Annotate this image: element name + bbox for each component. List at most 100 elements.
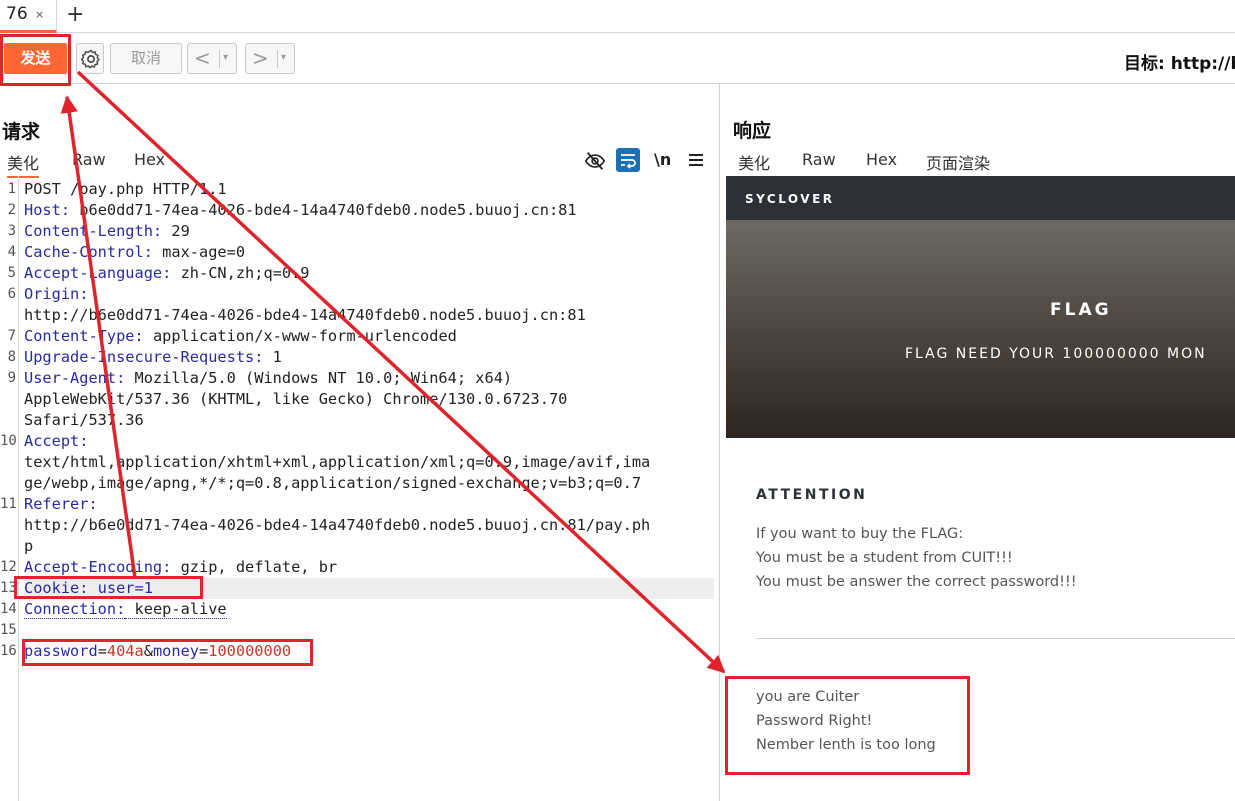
header-value: max-age=0 [152,243,246,261]
menu-icon[interactable] [688,152,704,168]
close-tab-icon[interactable]: × [35,8,44,21]
line-text: POST /pay.php HTTP/1.1 [24,180,227,198]
header-name: Accept-Language: [24,264,172,282]
toolbar: 发送 取消 < ▾ > ▾ 目标: http://b [0,33,1235,84]
tab-strip: 76 × + [0,0,1235,33]
cancel-button[interactable]: 取消 [110,43,182,74]
tab-render[interactable]: 页面渲染 [912,150,1005,178]
request-line[interactable]: http://b6e0dd71-74ea-4026-bde4-14a4740fd… [24,515,714,536]
line-number: 13 [0,580,17,596]
line-number: 4 [7,244,16,260]
request-line[interactable]: 10 Accept: [0,431,714,452]
wrap-lines-button[interactable] [616,148,640,172]
tab-pretty[interactable]: 美化 [738,150,770,174]
tab-hex[interactable]: Hex [134,150,165,169]
wrap-icon [621,154,636,169]
request-line[interactable]: 3 Content-Length: 29 [8,221,714,242]
attention-line: You must be a student from CUIT!!! [756,550,1013,566]
line-number: 8 [7,349,16,365]
result-line: Password Right! [756,713,873,729]
hero-banner: FLAG FLAG NEED YOUR 100000000 MON [726,220,1235,438]
line-text: http://b6e0dd71-74ea-4026-bde4-14a4740fd… [24,516,651,534]
request-line[interactable]: 1 POST /pay.php HTTP/1.1 [8,179,714,200]
header-value: keep-alive [125,600,227,619]
line-text: text/html,application/xhtml+xml,applicat… [24,453,651,471]
line-text: http://b6e0dd71-74ea-4026-bde4-14a4740fd… [24,306,586,324]
tab-hex[interactable]: Hex [866,150,897,169]
header-name: Accept-Encoding: [24,558,172,576]
line-number: 15 [0,622,17,638]
body-param-name: password [24,642,98,660]
line-text: AppleWebKit/537.36 (KHTML, like Gecko) C… [24,390,568,408]
line-number: 5 [7,265,16,281]
request-line[interactable]: Safari/537.36 [24,410,714,431]
send-button[interactable]: 发送 [4,43,67,74]
attention-heading: ATTENTION [756,487,868,503]
header-name: Content-Type: [24,327,144,345]
request-line[interactable]: http://b6e0dd71-74ea-4026-bde4-14a4740fd… [24,305,714,326]
back-button[interactable]: < ▾ [187,43,237,74]
request-line[interactable]: 16 password=404a&money=100000000 [0,641,714,662]
line-number: 9 [7,370,16,386]
line-text: ge/webp,image/apng,*/*;q=0.8,application… [24,474,642,492]
request-line[interactable]: 4 Cache-Control: max-age=0 [8,242,714,263]
line-number: 10 [0,433,17,449]
request-line[interactable]: 13 Cookie: user=1 [0,578,714,599]
request-line[interactable]: ge/webp,image/apng,*/*;q=0.8,application… [24,473,714,494]
tab-raw[interactable]: Raw [802,150,836,169]
line-text: p [24,537,34,555]
request-title: 请求 [2,121,41,143]
header-name: Referer: [24,495,98,513]
request-line[interactable]: 11 Referer: [0,494,714,515]
request-line[interactable]: 5 Accept-Language: zh-CN,zh;q=0.9 [8,263,714,284]
header-name: Host: [24,201,71,219]
forward-arrow-icon: > [252,46,269,70]
site-brand[interactable]: SYCLOVER [745,192,835,206]
request-line[interactable]: p [24,536,714,557]
request-line[interactable]: 14 Connection: keep-alive [0,599,714,620]
header-value: 1 [263,348,282,366]
request-panel: 请求 美化 Raw Hex \n 1 POST /pay.php HTTP/1.1… [0,84,720,801]
request-line[interactable]: 12 Accept-Encoding: gzip, deflate, br [0,557,714,578]
back-arrow-icon: < [194,46,211,70]
settings-button[interactable] [76,43,104,74]
request-line[interactable]: 9 User-Agent: Mozilla/5.0 (Windows NT 10.… [8,368,714,389]
line-number: 7 [7,328,16,344]
eye-off-icon[interactable] [584,150,606,172]
request-line[interactable]: 8 Upgrade-Insecure-Requests: 1 [8,347,714,368]
header-name: Origin: [24,285,89,303]
header-name: Cookie: [24,579,89,597]
forward-button[interactable]: > ▾ [245,43,295,74]
line-number: 11 [0,496,17,512]
chevron-down-icon[interactable]: ▾ [281,52,286,63]
tab-label: 76 [6,4,28,24]
request-line[interactable]: 2 Host: b6e0dd71-74ea-4026-bde4-14a4740fd… [8,200,714,221]
response-panel: 响应 美化 Raw Hex 页面渲染 SYCLOVER FLAG FLAG NE… [721,84,1235,801]
request-line[interactable]: 6 Origin: [8,284,714,305]
tab-raw[interactable]: Raw [72,150,106,169]
request-line[interactable]: text/html,application/xhtml+xml,applicat… [24,452,714,473]
request-editor[interactable]: 1 POST /pay.php HTTP/1.1 2 Host: b6e0dd71-7… [0,179,714,662]
request-line[interactable]: AppleWebKit/537.36 (KHTML, like Gecko) C… [24,389,714,410]
request-line[interactable]: 15 [0,620,714,641]
header-name: Cache-Control: [24,243,153,261]
tab-pretty[interactable]: 美化 [7,150,40,178]
attention-line: If you want to buy the FLAG: [756,526,964,542]
header-name: Upgrade-Insecure-Requests: [24,348,264,366]
header-value: Mozilla/5.0 (Windows NT 10.0; Win64; x64… [125,369,513,387]
request-tab[interactable]: 76 × [0,0,57,33]
header-name: Accept: [24,432,89,450]
header-value: gzip, deflate, br [171,558,338,576]
target-label[interactable]: 目标: http://b [1124,49,1235,74]
request-line[interactable]: 7 Content-Type: application/x-www-form-ur… [8,326,714,347]
header-name: User-Agent: [24,369,126,387]
response-title: 响应 [733,120,772,142]
body-param-value: 404a [106,642,144,660]
result-line: you are Cuiter [756,689,860,705]
new-tab-button[interactable]: + [66,2,84,27]
newline-toggle[interactable]: \n [654,150,671,169]
divider [756,638,1235,639]
header-value: zh-CN,zh;q=0.9 [171,264,310,282]
chevron-down-icon[interactable]: ▾ [223,52,228,63]
line-number: 16 [0,643,17,659]
